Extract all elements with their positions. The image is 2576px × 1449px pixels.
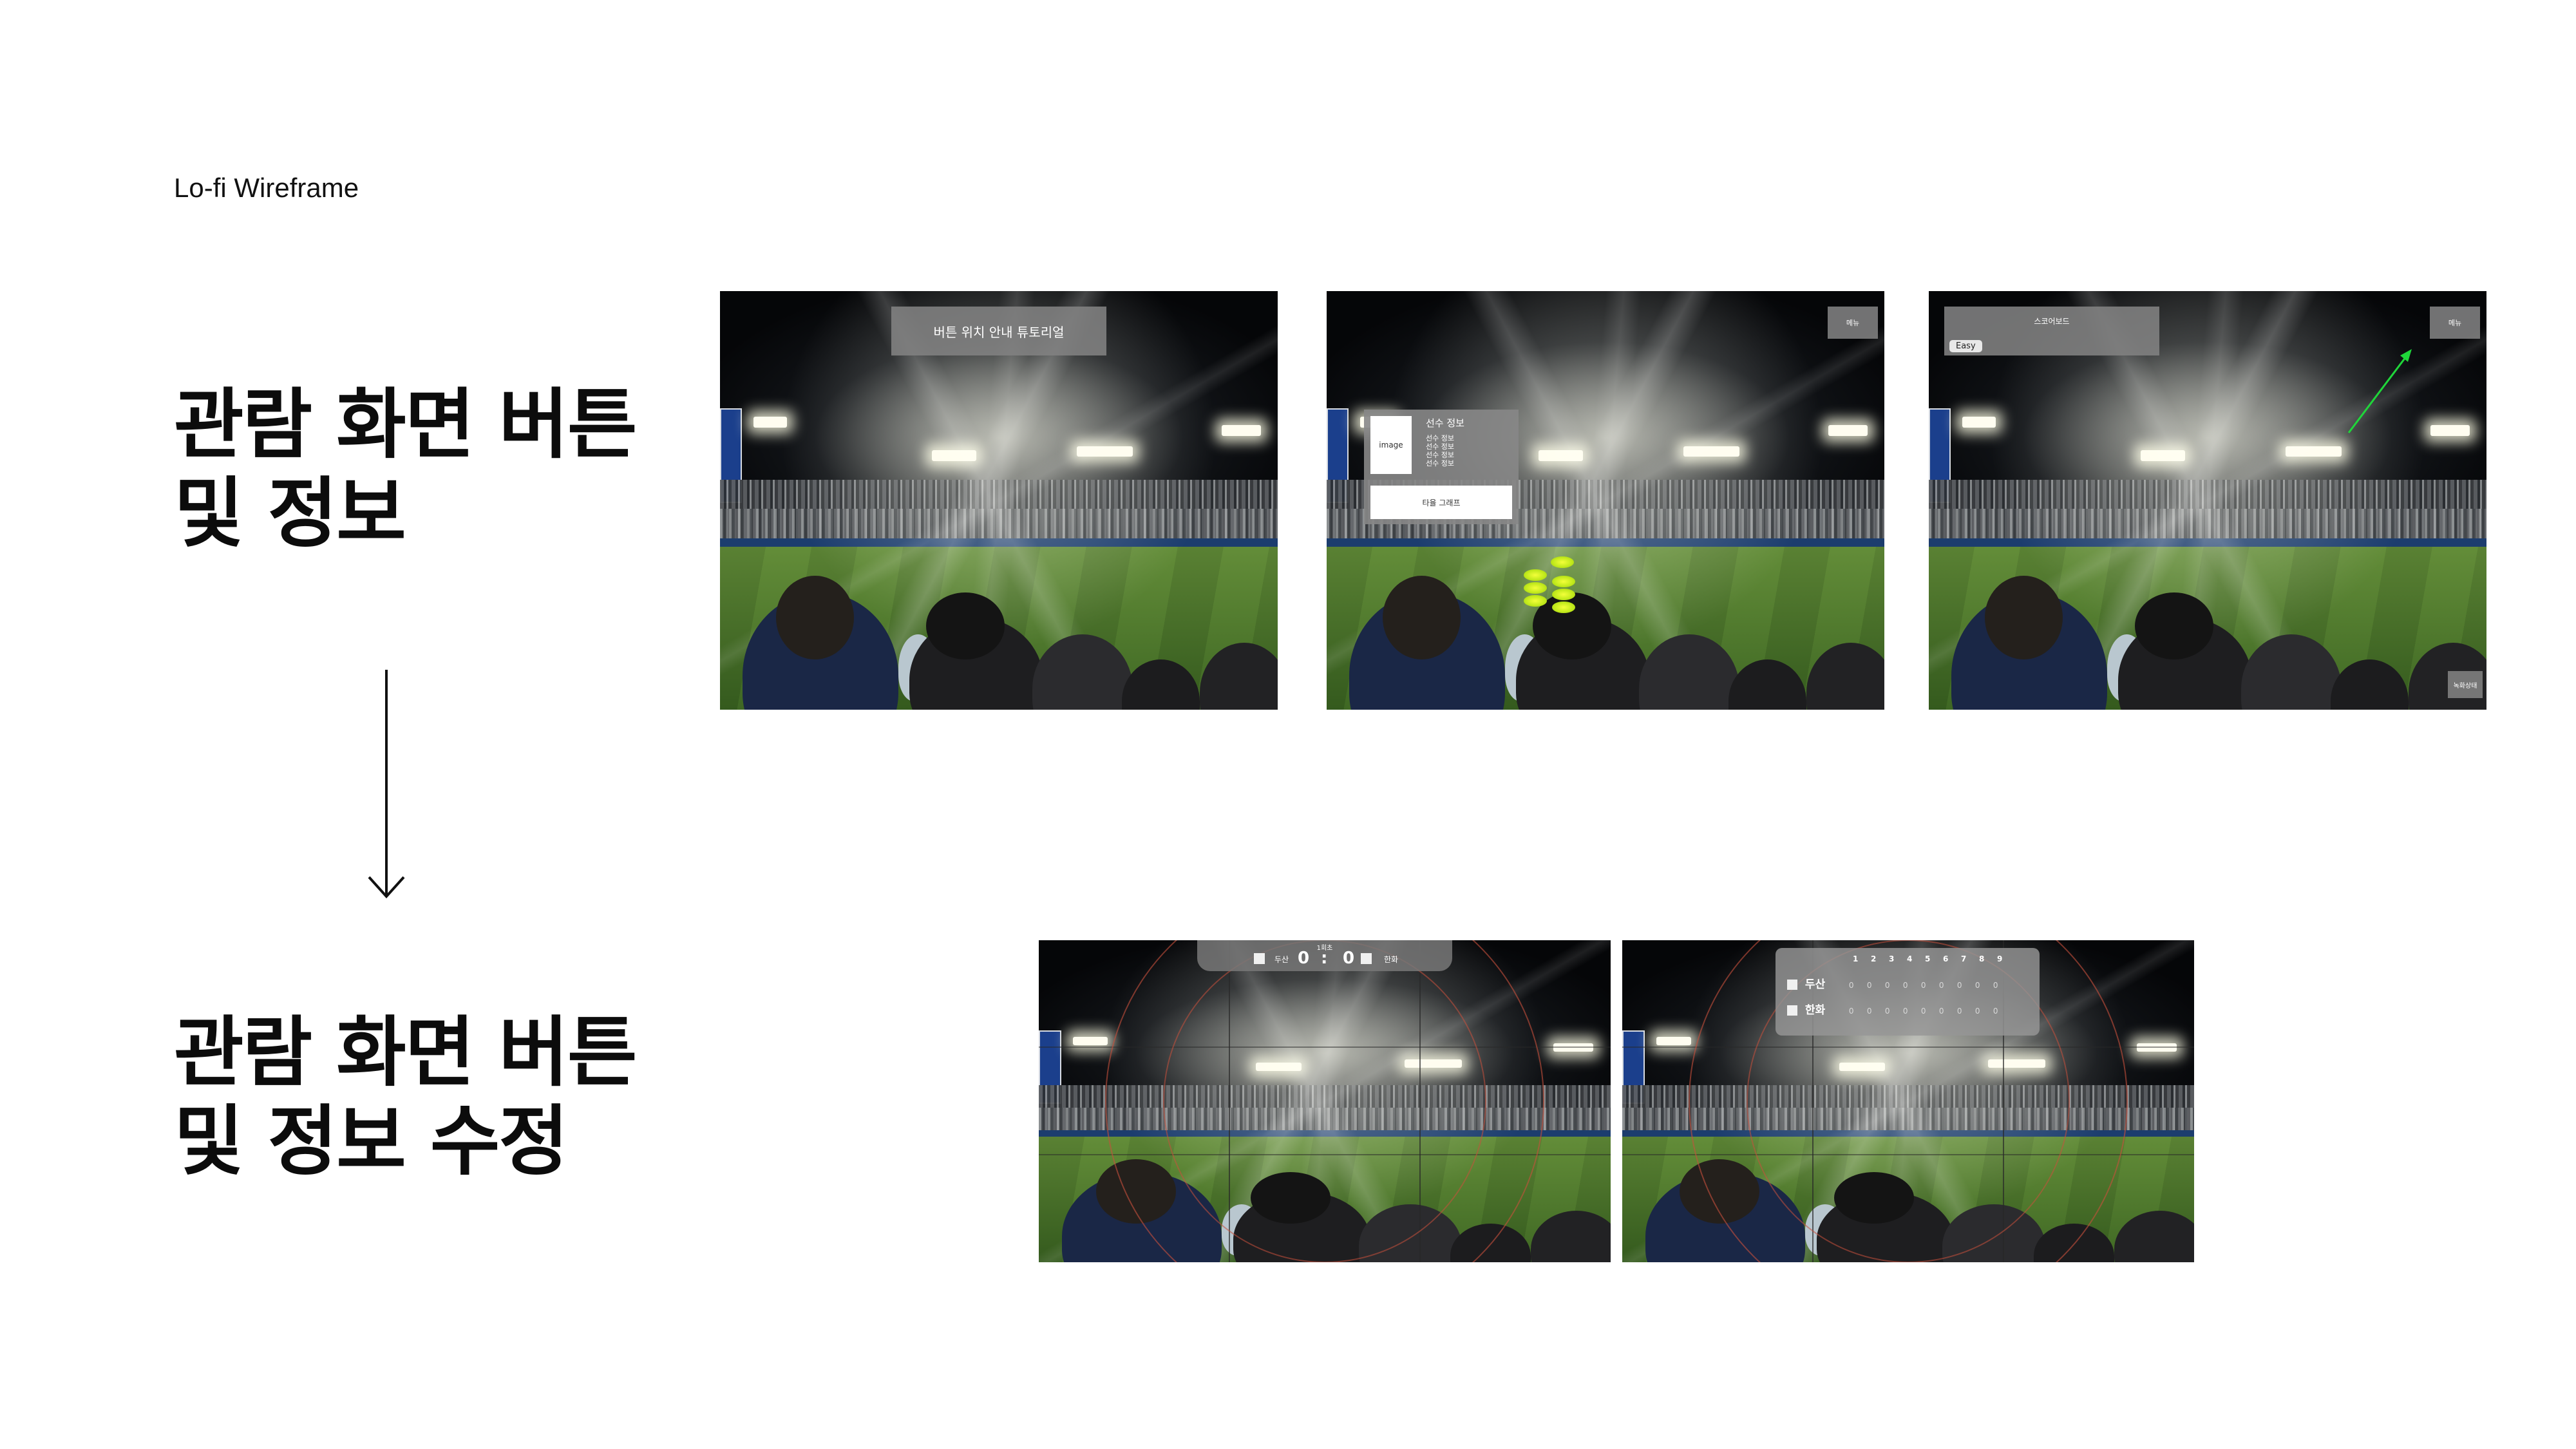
heading-revised: 관람 화면 버튼 및 정보 수정 [174, 1008, 638, 1186]
inning-score: 0 [1848, 981, 1854, 990]
team-color-icon [1361, 953, 1372, 964]
away-score: 0 [1343, 949, 1355, 968]
team-color-icon [1787, 980, 1797, 990]
menu-button[interactable]: 메뉴 [1828, 307, 1878, 339]
player-info-row: 선수 정보 [1426, 451, 1454, 459]
player-marker[interactable] [1524, 582, 1547, 594]
team-row-hanwha: 한화 0 0 0 0 0 0 0 0 0 [1787, 1001, 2032, 1017]
inning-score: 0 [1884, 981, 1890, 990]
recording-status-button[interactable]: 녹화상태 [2448, 671, 2483, 698]
player-image-placeholder: image [1370, 416, 1412, 474]
away-team-name: 한화 [1384, 955, 1399, 964]
screen-scoreboard-mode: 스코어보드 Easy 메뉴 녹화상태 [1929, 291, 2486, 710]
inning-header: 1 2 3 4 5 6 7 8 9 [1853, 954, 2015, 963]
inning-number: 9 [1997, 954, 2003, 963]
score-separator: : [1321, 949, 1328, 968]
section-label: Lo-fi Wireframe [174, 173, 359, 203]
screen-player-info: 메뉴 image 선수 정보 선수 정보 선수 정보 선수 정보 선수 정보 타… [1327, 291, 1884, 710]
heading-revised-line2: 및 정보 수정 [174, 1097, 569, 1186]
player-marker[interactable] [1552, 601, 1575, 613]
inning-score: 0 [1866, 981, 1872, 990]
tutorial-banner: 버튼 위치 안내 튜토리얼 [891, 307, 1106, 355]
player-marker[interactable] [1524, 569, 1547, 581]
inning-score: 0 [1866, 1007, 1872, 1016]
inning-score: 0 [1902, 981, 1908, 990]
inning-score: 0 [1956, 1007, 1962, 1016]
inning-score: 0 [1993, 981, 1998, 990]
menu-button[interactable]: 메뉴 [2430, 307, 2480, 339]
player-marker[interactable] [1551, 556, 1574, 568]
batting-average-chart-button[interactable]: 타율 그래프 [1370, 486, 1512, 519]
score-bar: 1회초 두산 0 : 0 한화 [1197, 940, 1452, 971]
screen-inning-overlay: 1 2 3 4 5 6 7 8 9 두산 0 0 0 0 0 0 0 0 0 한화 0 0 0 0 0 0 0 0 0 [1622, 940, 2194, 1262]
team-row-doosan: 두산 0 0 0 0 0 0 0 0 0 [1787, 975, 2032, 991]
inning-number: 2 [1871, 954, 1877, 963]
viewfinder-guides [1039, 940, 1611, 1262]
screen-score-overlay: 1회초 두산 0 : 0 한화 [1039, 940, 1611, 1262]
inning-score: 0 [1956, 981, 1962, 990]
inning-score: 0 [1920, 1007, 1926, 1016]
player-info-rows: 선수 정보 선수 정보 선수 정보 선수 정보 [1426, 434, 1454, 468]
heading-revised-line1: 관람 화면 버튼 [174, 1008, 638, 1097]
player-info-panel: image 선수 정보 선수 정보 선수 정보 선수 정보 선수 정보 타율 그… [1364, 410, 1519, 524]
inning-number: 8 [1979, 954, 1985, 963]
player-info-row: 선수 정보 [1426, 442, 1454, 451]
player-marker[interactable] [1552, 576, 1575, 587]
player-info-row: 선수 정보 [1426, 459, 1454, 468]
inning-score: 0 [1938, 981, 1944, 990]
player-marker[interactable] [1524, 595, 1547, 607]
heading-original-line1: 관람 화면 버튼 [174, 380, 638, 469]
inning-score: 0 [1938, 1007, 1944, 1016]
inning-score: 0 [1884, 1007, 1890, 1016]
down-arrow-icon [368, 670, 405, 898]
screen-tutorial: 버튼 위치 안내 튜토리얼 [720, 291, 1278, 710]
inning-number: 3 [1889, 954, 1895, 963]
inning-score: 0 [1920, 981, 1926, 990]
team-color-icon [1787, 1005, 1797, 1016]
inning-number: 1 [1853, 954, 1859, 963]
heading-original-line2: 및 정보 [174, 469, 406, 558]
team-name: 한화 [1804, 1004, 1826, 1017]
mode-badge[interactable]: Easy [1949, 340, 1982, 352]
inning-score: 0 [1848, 1007, 1854, 1016]
home-team-name: 두산 [1274, 955, 1289, 964]
inning-number: 7 [1961, 954, 1967, 963]
player-info-row: 선수 정보 [1426, 434, 1454, 442]
team-color-icon [1254, 953, 1265, 964]
inning-score: 0 [1975, 981, 1980, 990]
heading-original: 관람 화면 버튼 및 정보 [174, 380, 638, 558]
player-marker[interactable] [1552, 589, 1575, 600]
pointer-arrow-icon [2347, 349, 2412, 433]
inning-number: 5 [1925, 954, 1931, 963]
player-info-title: 선수 정보 [1426, 417, 1464, 429]
inning-score: 0 [1975, 1007, 1980, 1016]
inning-score: 0 [1902, 1007, 1908, 1016]
inning-number: 6 [1943, 954, 1949, 963]
team-name: 두산 [1804, 978, 1826, 991]
inning-score: 0 [1993, 1007, 1998, 1016]
home-score: 0 [1298, 949, 1310, 968]
inning-scoreboard: 1 2 3 4 5 6 7 8 9 두산 0 0 0 0 0 0 0 0 0 한화 0 0 0 0 0 0 0 0 0 [1776, 948, 2040, 1036]
inning-number: 4 [1907, 954, 1913, 963]
